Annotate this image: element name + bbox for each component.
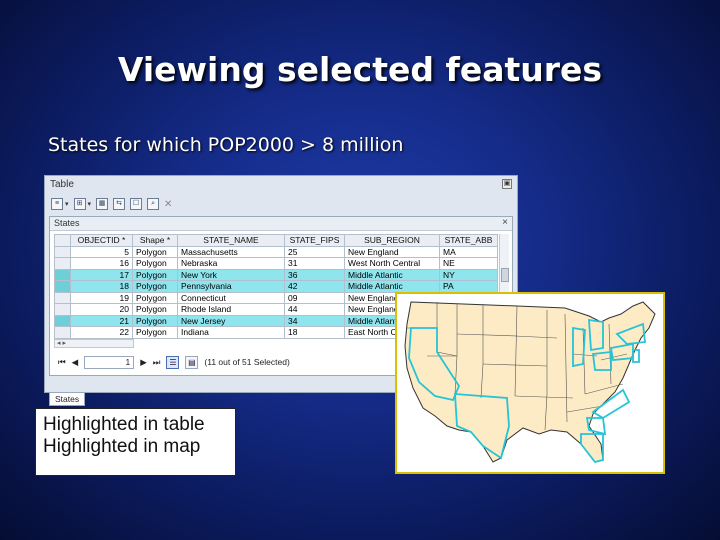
- table-cell: Polygon: [132, 268, 178, 281]
- table-row[interactable]: 16 Polygon Nebraska 31 West North Central NE: [54, 257, 498, 270]
- us-outline: [404, 301, 656, 463]
- table-cell: 18: [70, 280, 133, 293]
- table-cell: 34: [284, 314, 345, 327]
- table-cell: Rhode Island: [177, 303, 285, 316]
- us-states-map: [395, 292, 665, 474]
- horizontal-scrollbar[interactable]: ◂ ▸: [54, 339, 134, 348]
- table-cell: Indiana: [177, 326, 285, 339]
- table-cell: NY: [439, 268, 498, 281]
- callout-line-map: Highlighted in map: [43, 436, 201, 457]
- record-navigation: ⏮ ◀ 1 ▶ ⏭ ☰ ▤ (11 out of 51 Selected): [58, 353, 290, 371]
- table-row[interactable]: 5 Polygon Massachusetts 25 New England MA: [54, 245, 498, 258]
- selection-status: (11 out of 51 Selected): [204, 357, 290, 367]
- close-icon[interactable]: ×: [502, 217, 508, 228]
- table-cell: MA: [439, 245, 498, 258]
- table-row[interactable]: 18 Polygon Pennsylvania 42 Middle Atlantic PA: [54, 280, 498, 293]
- column-header[interactable]: SUB_REGION: [344, 234, 440, 247]
- chevron-down-icon[interactable]: ▾: [88, 200, 92, 208]
- delete-selected-icon[interactable]: ✕: [164, 199, 172, 210]
- previous-record-icon[interactable]: ◀: [72, 357, 79, 368]
- maximize-icon[interactable]: ▣: [502, 179, 512, 189]
- table-cell: Middle Atlantic: [344, 280, 440, 293]
- column-header[interactable]: STATE_ABB: [439, 234, 498, 247]
- table-row[interactable]: 17 Polygon New York 36 Middle Atlantic NY: [54, 268, 498, 281]
- table-cell: Polygon: [132, 326, 178, 339]
- table-cell: Polygon: [132, 257, 178, 270]
- table-tab-title: States: [54, 218, 80, 228]
- table-cell: Polygon: [132, 303, 178, 316]
- show-all-records-icon[interactable]: ☰: [166, 355, 180, 369]
- callout-line-table: Highlighted in table: [43, 414, 205, 435]
- tab-states[interactable]: States: [49, 393, 86, 406]
- map-canvas: [404, 301, 656, 464]
- table-header-row: OBJECTID * Shape * STATE_NAME STATE_FIPS…: [54, 234, 498, 247]
- scrollbar-thumb[interactable]: [501, 268, 509, 282]
- table-cell: 42: [284, 280, 345, 293]
- table-tabstrip: States: [49, 389, 86, 407]
- column-header[interactable]: Shape *: [132, 234, 178, 247]
- table-cell: Connecticut: [177, 291, 285, 304]
- column-header[interactable]: STATE_NAME: [177, 234, 285, 247]
- table-toolbar: ≡ ▾ ⊞ ▾ ▦ ⇆ ☐ ⌕ ✕: [51, 196, 172, 212]
- table-cell: Massachusetts: [177, 245, 285, 258]
- table-cell: 31: [284, 257, 345, 270]
- slide-subtitle: States for which POP2000 > 8 million: [48, 134, 404, 156]
- table-cell: Nebraska: [177, 257, 285, 270]
- table-cell: 16: [70, 257, 133, 270]
- row-selector[interactable]: [54, 280, 71, 293]
- record-number-input[interactable]: 1: [84, 355, 135, 369]
- table-cell: New York: [177, 268, 285, 281]
- table-cell: PA: [439, 280, 498, 293]
- table-cell: 20: [70, 303, 133, 316]
- last-record-icon[interactable]: ⏭: [153, 357, 161, 368]
- window-title: Table: [50, 179, 74, 190]
- table-cell: 18: [284, 326, 345, 339]
- table-cell: 25: [284, 245, 345, 258]
- row-header-corner: [54, 234, 71, 247]
- row-selector[interactable]: [54, 314, 71, 327]
- table-cell: Pennsylvania: [177, 280, 285, 293]
- table-cell: 21: [70, 314, 133, 327]
- next-record-icon[interactable]: ▶: [140, 357, 147, 368]
- table-cell: West North Central: [344, 257, 440, 270]
- related-tables-icon[interactable]: ⊞: [73, 198, 86, 210]
- table-cell: 19: [70, 291, 133, 304]
- table-cell: NE: [439, 257, 498, 270]
- row-selector[interactable]: [54, 303, 71, 316]
- table-cell: 36: [284, 268, 345, 281]
- table-cell: 09: [284, 291, 345, 304]
- table-cell: 5: [70, 245, 133, 258]
- callout-box: Highlighted in table Highlighted in map: [35, 408, 236, 476]
- column-header[interactable]: STATE_FIPS: [284, 234, 345, 247]
- row-selector[interactable]: [54, 268, 71, 281]
- switch-selection-icon[interactable]: ⇆: [113, 198, 126, 210]
- table-cell: Middle Atlantic: [344, 268, 440, 281]
- table-cell: New Jersey: [177, 314, 285, 327]
- table-options-icon[interactable]: ≡: [51, 198, 63, 210]
- row-selector[interactable]: [54, 257, 71, 270]
- row-selector[interactable]: [54, 245, 71, 258]
- zoom-to-selected-icon[interactable]: ⌕: [147, 198, 160, 210]
- table-tab-header: States ×: [50, 217, 512, 231]
- clear-selection-icon[interactable]: ☐: [130, 198, 143, 210]
- row-selector[interactable]: [54, 326, 71, 339]
- table-cell: Polygon: [132, 245, 178, 258]
- table-cell: New England: [344, 245, 440, 258]
- slide-title: Viewing selected features: [117, 50, 603, 89]
- select-by-attributes-icon[interactable]: ▦: [96, 198, 109, 210]
- table-cell: 17: [70, 268, 133, 281]
- table-cell: Polygon: [132, 280, 178, 293]
- chevron-down-icon[interactable]: ▾: [65, 200, 69, 208]
- table-cell: 44: [284, 303, 345, 316]
- column-header[interactable]: OBJECTID *: [70, 234, 133, 247]
- table-cell: Polygon: [132, 314, 178, 327]
- row-selector[interactable]: [54, 291, 71, 304]
- table-cell: 22: [70, 326, 133, 339]
- first-record-icon[interactable]: ⏮: [58, 357, 66, 368]
- show-selected-records-icon[interactable]: ▤: [185, 355, 199, 369]
- table-cell: Polygon: [132, 291, 178, 304]
